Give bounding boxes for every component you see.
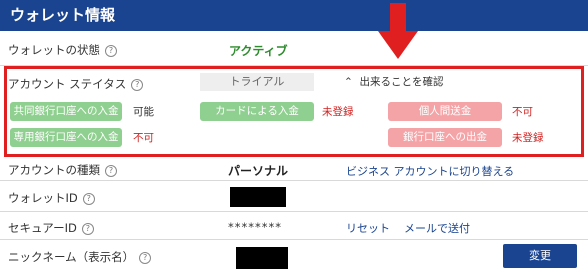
nickname-row: ニックネーム（表示名）? (0, 240, 588, 273)
secure-id-value: ******** (228, 220, 282, 234)
check-capabilities-link[interactable]: ⌃ 出来ることを確認 (344, 74, 443, 89)
capability-status: 不可 (512, 106, 533, 118)
secure-id-row: セキュアーID? ******** リセット メールで送付 (0, 212, 588, 240)
capability-status: 可能 (133, 106, 154, 118)
help-icon[interactable]: ? (105, 165, 117, 177)
capability-status: 未登録 (512, 132, 544, 144)
capability-status: 未登録 (322, 106, 354, 118)
help-icon[interactable]: ? (82, 193, 95, 205)
help-icon[interactable]: ? (131, 79, 144, 91)
capability-card-deposit: カードによる入金 (200, 102, 314, 121)
send-mail-link[interactable]: メールで送付 (404, 220, 470, 236)
redacted-wallet-id (230, 187, 286, 207)
page-header: ウォレット情報 (0, 0, 588, 31)
wallet-status-value: アクティブ (229, 44, 288, 58)
change-nickname-button[interactable]: 変更 (503, 244, 577, 268)
trial-badge: トライアル (200, 73, 314, 91)
account-status-label: アカウント ステイタス? (8, 76, 144, 92)
page-title: ウォレット情報 (10, 6, 116, 24)
wallet-id-row: ウォレットID? (0, 181, 588, 212)
help-icon[interactable]: ? (139, 252, 152, 264)
reset-link[interactable]: リセット (346, 220, 390, 236)
switch-business-link[interactable]: ビジネス アカウントに切り替える (346, 163, 514, 179)
secure-id-label: セキュアーID? (8, 220, 94, 236)
nickname-label: ニックネーム（表示名）? (8, 249, 152, 265)
account-type-label: アカウントの種類? (8, 162, 117, 178)
capability-status: 不可 (133, 132, 154, 144)
help-icon[interactable]: ? (105, 45, 117, 57)
capability-joint-bank-deposit: 共同銀行口座への入金 (10, 102, 122, 121)
capability-bank-withdrawal: 銀行口座への出金 (388, 128, 502, 147)
redacted-nickname (236, 247, 288, 269)
wallet-status-row: ウォレットの状態? アクティブ (0, 31, 588, 66)
wallet-status-label: ウォレットの状態? (8, 42, 117, 58)
capability-p2p-transfer: 個人間送金 (388, 102, 502, 121)
account-type-row: アカウントの種類? パーソナル ビジネス アカウントに切り替える (0, 157, 588, 181)
wallet-id-label: ウォレットID? (8, 190, 95, 206)
account-type-value: パーソナル (228, 164, 289, 178)
capability-dedicated-bank-deposit: 専用銀行口座への入金 (10, 128, 122, 147)
help-icon[interactable]: ? (81, 223, 94, 235)
